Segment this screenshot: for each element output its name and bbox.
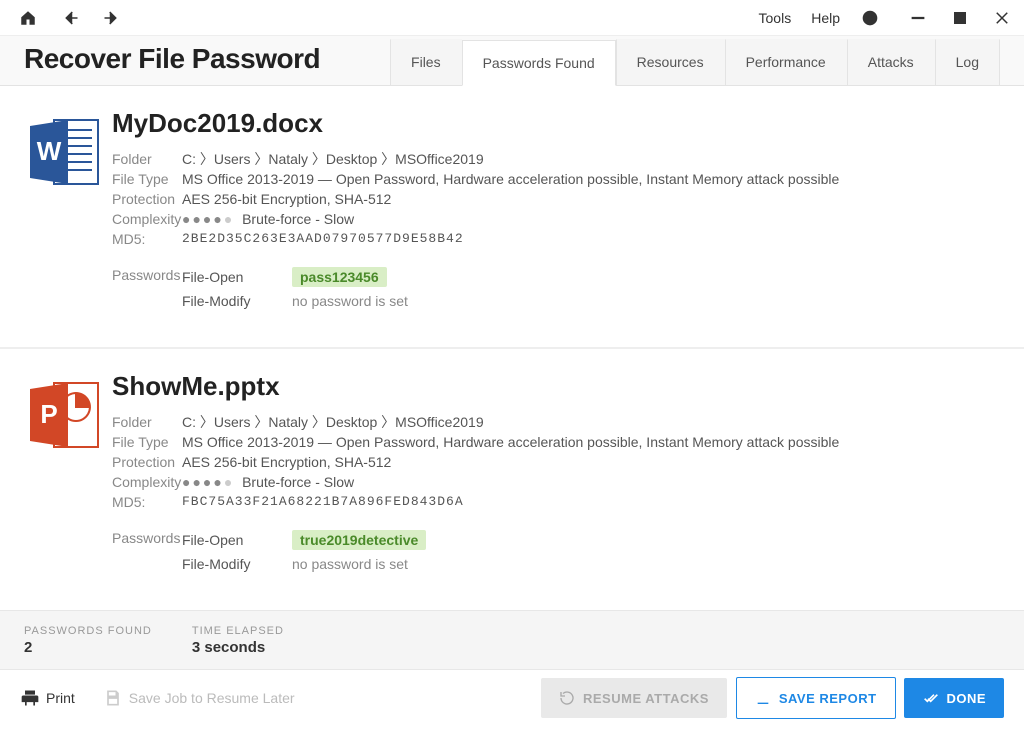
word-icon: W [24,108,112,315]
password-value-none: no password is set [292,556,408,572]
complexity-dots: ●●●●● [182,211,234,227]
password-row: File-Open true2019detective [182,530,426,550]
feedback-icon[interactable] [860,8,880,28]
value-md5: FBC75A33F21A68221B7A896FED843D6A [182,492,464,512]
value-filetype: MS Office 2013-2019 — Open Password, Har… [182,169,839,189]
password-type: File-Open [182,532,292,548]
password-type: File-Open [182,269,292,285]
action-bar: Print Save Job to Resume Later RESUME AT… [0,670,1024,726]
value-folder: C: 〉Users 〉Nataly 〉Desktop 〉MSOffice2019 [182,149,484,169]
file-name: MyDoc2019.docx [112,108,1000,139]
tab-performance[interactable]: Performance [725,39,847,85]
content-area[interactable]: W MyDoc2019.docx FolderC: 〉Users 〉Nataly… [0,86,1024,610]
value-protection: AES 256-bit Encryption, SHA-512 [182,189,391,209]
minimize-icon[interactable] [908,8,928,28]
back-icon[interactable] [60,8,80,28]
password-type: File-Modify [182,293,292,309]
value-complexity: ●●●●● Brute-force - Slow [182,209,354,229]
password-row: File-Open pass123456 [182,267,408,287]
label-complexity: Complexity [112,472,182,492]
value-filetype: MS Office 2013-2019 — Open Password, Har… [182,432,839,452]
value-folder: C: 〉Users 〉Nataly 〉Desktop 〉MSOffice2019 [182,412,484,432]
print-button[interactable]: Print [20,688,75,708]
resume-attacks-button: RESUME ATTACKS [541,678,727,718]
tab-passwords-found[interactable]: Passwords Found [462,40,616,86]
forward-icon [102,8,122,28]
page-title: Recover File Password [24,43,320,75]
save-job-button: Save Job to Resume Later [103,688,295,708]
tab-files[interactable]: Files [390,39,462,85]
save-report-button[interactable]: SAVE REPORT [736,677,896,719]
svg-text:W: W [37,136,62,166]
label-folder: Folder [112,149,182,169]
tab-log[interactable]: Log [935,39,1000,85]
password-row: File-Modify no password is set [182,556,426,572]
done-button[interactable]: DONE [904,678,1004,718]
value-complexity: ●●●●● Brute-force - Slow [182,472,354,492]
tabs: Files Passwords Found Resources Performa… [390,39,1000,85]
close-icon[interactable] [992,8,1012,28]
label-complexity: Complexity [112,209,182,229]
label-protection: Protection [112,189,182,209]
file-block: W MyDoc2019.docx FolderC: 〉Users 〉Nataly… [0,86,1024,349]
password-type: File-Modify [182,556,292,572]
svg-text:P: P [40,399,57,429]
tab-attacks[interactable]: Attacks [847,39,935,85]
file-name: ShowMe.pptx [112,371,1000,402]
header: Recover File Password Files Passwords Fo… [0,36,1024,86]
powerpoint-icon: P [24,371,112,578]
file-block: P ShowMe.pptx FolderC: 〉Users 〉Nataly 〉D… [0,349,1024,610]
value-protection: AES 256-bit Encryption, SHA-512 [182,452,391,472]
password-row: File-Modify no password is set [182,293,408,309]
maximize-icon[interactable] [950,8,970,28]
complexity-dots: ●●●●● [182,474,234,490]
stat-passwords-found-value: 2 [24,639,152,656]
home-icon[interactable] [18,8,38,28]
label-passwords: Passwords [112,267,182,315]
stats-bar: PASSWORDS FOUND 2 TIME ELAPSED 3 seconds [0,610,1024,670]
label-folder: Folder [112,412,182,432]
label-protection: Protection [112,452,182,472]
password-value-found: true2019detective [292,530,426,550]
stat-time-elapsed-value: 3 seconds [192,639,284,656]
label-md5: MD5: [112,229,182,249]
label-filetype: File Type [112,169,182,189]
tab-resources[interactable]: Resources [616,39,725,85]
label-md5: MD5: [112,492,182,512]
label-filetype: File Type [112,432,182,452]
menu-help[interactable]: Help [811,10,840,26]
password-value-found: pass123456 [292,267,387,287]
stat-time-elapsed-label: TIME ELAPSED [192,625,284,637]
value-md5: 2BE2D35C263E3AAD07970577D9E58B42 [182,229,464,249]
label-passwords: Passwords [112,530,182,578]
menu-tools[interactable]: Tools [759,10,792,26]
password-value-none: no password is set [292,293,408,309]
titlebar: Tools Help [0,0,1024,36]
stat-passwords-found-label: PASSWORDS FOUND [24,625,152,637]
